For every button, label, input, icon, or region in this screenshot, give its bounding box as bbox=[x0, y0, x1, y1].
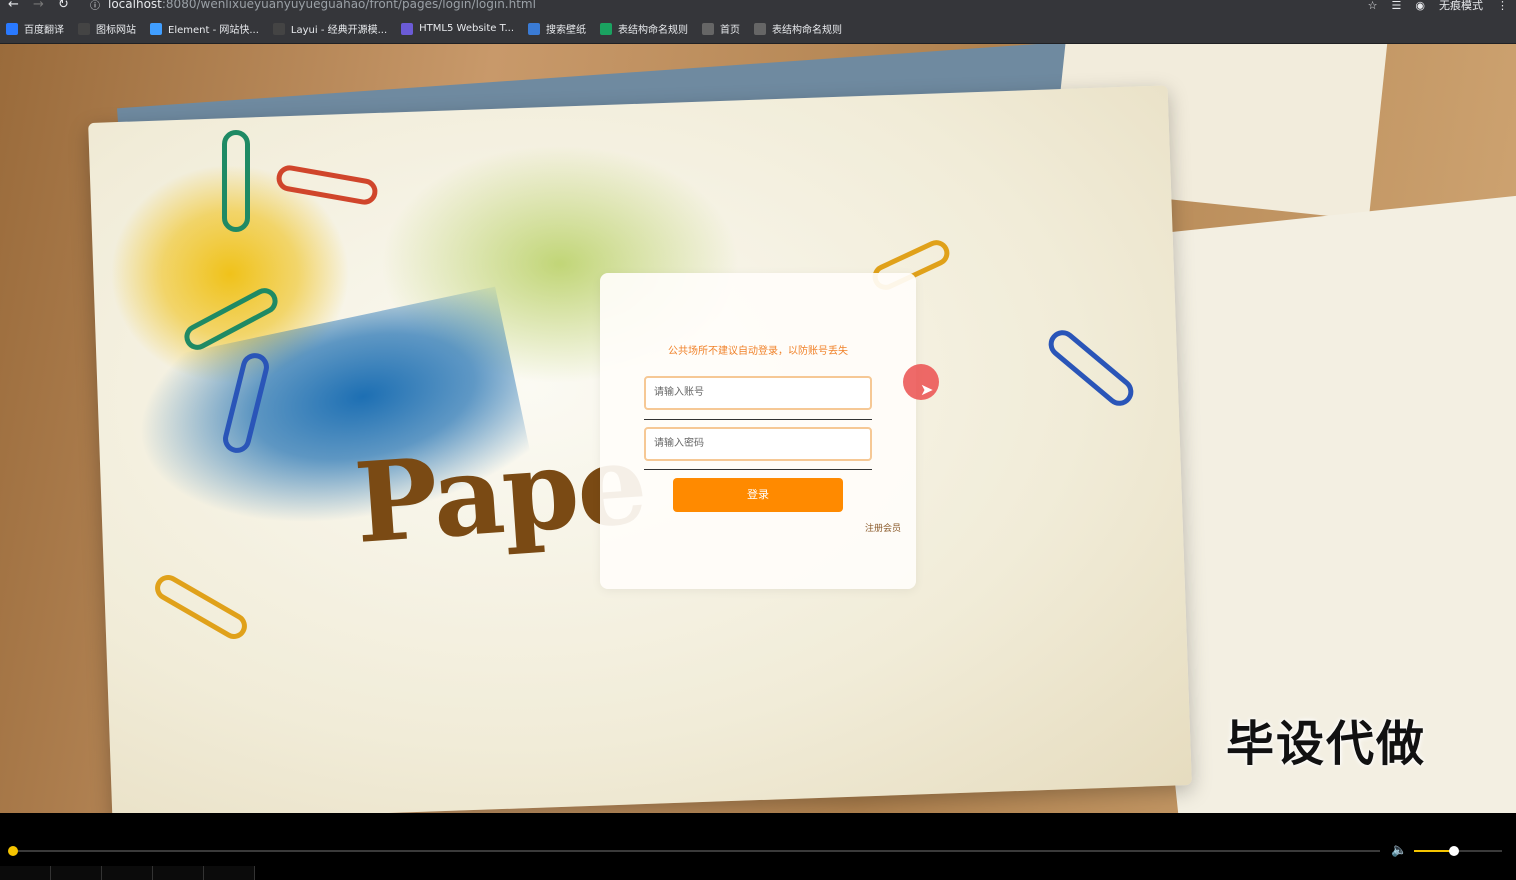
username-input[interactable]: 请输入账号 bbox=[644, 376, 872, 410]
volume-fill bbox=[1414, 850, 1454, 852]
mouse-cursor-icon: ➤ bbox=[920, 380, 934, 399]
bookmark-label: 首页 bbox=[720, 25, 741, 36]
bookmark-item[interactable]: 搜索壁纸 bbox=[528, 21, 586, 36]
strip-cell bbox=[102, 866, 153, 880]
bookmark-item[interactable]: Layui - 经典开源模... bbox=[272, 21, 388, 36]
star-icon[interactable]: ☆ bbox=[1368, 0, 1378, 12]
strip-cell bbox=[153, 866, 204, 880]
info-icon[interactable]: ⓘ bbox=[90, 0, 100, 12]
password-input[interactable]: 请输入密码 bbox=[644, 427, 872, 461]
page-viewport: Pape 毕设代做 公共场所不建议自动登录，以防账号丢失 请输入账号 请输入密码… bbox=[0, 44, 1516, 813]
bookmarks-bar: 百度翻译 图标网站 Element - 网站快... Layui - 经典开源模...… bbox=[0, 14, 1516, 44]
url-host: localhost bbox=[108, 0, 162, 11]
html5-icon bbox=[401, 22, 414, 35]
bookmark-item[interactable]: 图标网站 bbox=[78, 21, 136, 36]
login-button[interactable]: 登录 bbox=[673, 478, 843, 512]
bookmark-label: 百度翻译 bbox=[24, 25, 64, 36]
globe-icon bbox=[702, 22, 715, 35]
login-notice: 公共场所不建议自动登录，以防账号丢失 bbox=[668, 346, 848, 357]
bookmark-item[interactable]: Element - 网站快... bbox=[150, 21, 259, 36]
progress-knob[interactable] bbox=[8, 846, 18, 856]
volume-knob[interactable] bbox=[1448, 846, 1459, 856]
player-bottom-strip bbox=[0, 866, 1516, 880]
flag-icon bbox=[78, 22, 90, 35]
bookmark-label: 表结构命名规则 bbox=[618, 25, 689, 36]
bookmark-label: Element - 网站快... bbox=[168, 25, 259, 36]
strip-cell bbox=[0, 866, 51, 880]
reload-icon[interactable]: ↻ bbox=[58, 0, 69, 12]
incognito-label[interactable]: 无痕模式 bbox=[1439, 0, 1483, 13]
bookmark-label: 搜索壁纸 bbox=[546, 25, 587, 36]
watermark-text: 毕设代做 bbox=[1226, 716, 1427, 772]
bookmark-label: HTML5 Website T... bbox=[419, 23, 515, 34]
bookmark-item[interactable]: 表结构命名规则 bbox=[754, 21, 842, 36]
password-underline bbox=[644, 469, 872, 470]
forward-icon[interactable]: → bbox=[33, 0, 44, 12]
browser-actions: ☆ ☰ ◉ 无痕模式 ⋮ bbox=[1368, 0, 1508, 13]
bookmark-label: Layui - 经典开源模... bbox=[290, 25, 388, 36]
bookmark-item[interactable]: 百度翻译 bbox=[6, 21, 64, 36]
element-icon bbox=[150, 22, 162, 35]
url-path: :8080/wenlixueyuanyuyueguahao/front/page… bbox=[161, 0, 536, 11]
sheet-icon bbox=[600, 22, 613, 35]
browser-top-bar: ← → ↻ ⓘ localhost:8080/wenlixueyuanyuyue… bbox=[0, 0, 1516, 14]
volume-icon[interactable]: 🔈 bbox=[1391, 843, 1407, 858]
username-underline bbox=[644, 419, 872, 420]
bookmark-item[interactable]: HTML5 Website T... bbox=[401, 22, 515, 35]
bookmark-label: 图标网站 bbox=[96, 25, 136, 36]
bookmark-item[interactable]: 首页 bbox=[702, 21, 740, 36]
video-player-bar: 🔈 bbox=[0, 813, 1516, 880]
address-bar[interactable]: localhost:8080/wenlixueyuanyuyueguahao/f… bbox=[108, 0, 536, 11]
globe-icon bbox=[754, 22, 767, 35]
progress-track[interactable] bbox=[14, 850, 1380, 852]
login-card: 公共场所不建议自动登录，以防账号丢失 请输入账号 请输入密码 登录 注册会员 bbox=[600, 273, 916, 589]
layui-icon bbox=[272, 22, 285, 35]
strip-cell bbox=[51, 866, 102, 880]
bookmark-label: 表结构命名规则 bbox=[772, 25, 843, 36]
reading-list-icon[interactable]: ☰ bbox=[1392, 0, 1402, 12]
register-link[interactable]: 注册会员 bbox=[865, 521, 901, 534]
paperclip-icon bbox=[222, 130, 250, 232]
wallpaper-icon bbox=[528, 22, 541, 35]
incognito-icon[interactable]: ◉ bbox=[1415, 0, 1425, 12]
back-icon[interactable]: ← bbox=[8, 0, 19, 12]
bookmark-item[interactable]: 表结构命名规则 bbox=[600, 21, 688, 36]
menu-icon[interactable]: ⋮ bbox=[1497, 0, 1508, 12]
translate-icon bbox=[6, 22, 18, 35]
strip-cell bbox=[204, 866, 255, 880]
